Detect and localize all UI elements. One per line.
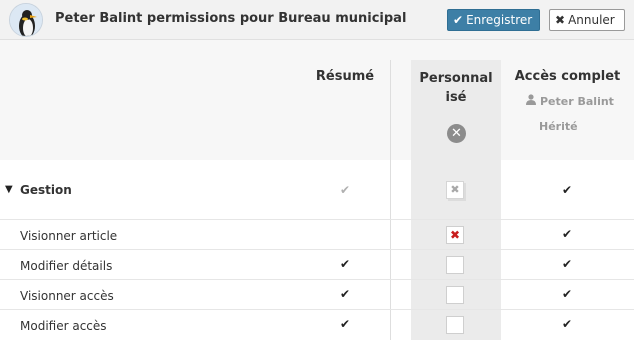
row-label: Gestion xyxy=(20,183,72,197)
full-access-check-icon: ✔ xyxy=(561,183,573,197)
dialog-header: Peter Balint permissions pour Bureau mun… xyxy=(0,0,634,40)
column-personalized-header: Personnal isé xyxy=(411,69,501,107)
full-access-user: Peter Balint xyxy=(526,94,614,108)
permission-group-row: ▼ Gestion ✔ ✖ ✔ xyxy=(0,160,634,219)
check-icon: ✔ xyxy=(453,13,464,27)
personalized-checkbox[interactable] xyxy=(446,256,464,274)
full-access-inherited: Hérité xyxy=(539,120,578,133)
user-icon xyxy=(526,94,536,108)
permission-row: Modifier détails ✔ ✔ xyxy=(0,249,634,279)
summary-check-icon: ✔ xyxy=(339,287,351,301)
summary-check-icon: ✔ xyxy=(339,317,351,331)
permission-row: Modifier accès ✔ ✔ xyxy=(0,309,634,340)
save-label: Enregistrer xyxy=(466,13,533,27)
column-personalized-header-line1: Personnal xyxy=(419,71,493,86)
row-label: Modifier accès xyxy=(20,319,107,333)
cancel-label: Annuler xyxy=(568,13,615,27)
column-summary-header: Résumé xyxy=(315,69,375,84)
row-label: Visionner article xyxy=(20,229,118,243)
personalized-deny-checkbox[interactable]: ✖ xyxy=(446,226,464,244)
permission-row: Visionner accès ✔ ✔ xyxy=(0,279,634,309)
full-access-check-icon: ✔ xyxy=(561,287,573,301)
column-full-access-header: Accès complet xyxy=(514,69,621,84)
row-label: Visionner accès xyxy=(20,289,114,303)
clear-personalized-icon[interactable]: ✕ xyxy=(447,124,466,143)
full-access-check-icon: ✔ xyxy=(561,317,573,331)
row-label: Modifier détails xyxy=(20,259,113,273)
summary-check-icon: ✔ xyxy=(339,183,351,197)
avatar xyxy=(9,3,43,37)
dialog-title: Peter Balint permissions pour Bureau mun… xyxy=(55,11,407,26)
close-icon: ✖ xyxy=(555,13,566,27)
personalized-disabled-checkbox: ✖ xyxy=(446,181,464,199)
permission-row: Visionner article ✖ ✔ xyxy=(0,219,634,249)
full-access-check-icon: ✔ xyxy=(561,257,573,271)
personalized-checkbox[interactable] xyxy=(446,316,464,334)
full-access-user-name: Peter Balint xyxy=(540,95,614,108)
cancel-button[interactable]: ✖ Annuler xyxy=(549,9,625,31)
caret-down-icon[interactable]: ▼ xyxy=(5,184,13,195)
save-button[interactable]: ✔ Enregistrer xyxy=(447,9,540,31)
column-personalized-header-line2: isé xyxy=(445,90,467,105)
summary-check-icon: ✔ xyxy=(339,257,351,271)
personalized-checkbox[interactable] xyxy=(446,286,464,304)
full-access-check-icon: ✔ xyxy=(561,227,573,241)
